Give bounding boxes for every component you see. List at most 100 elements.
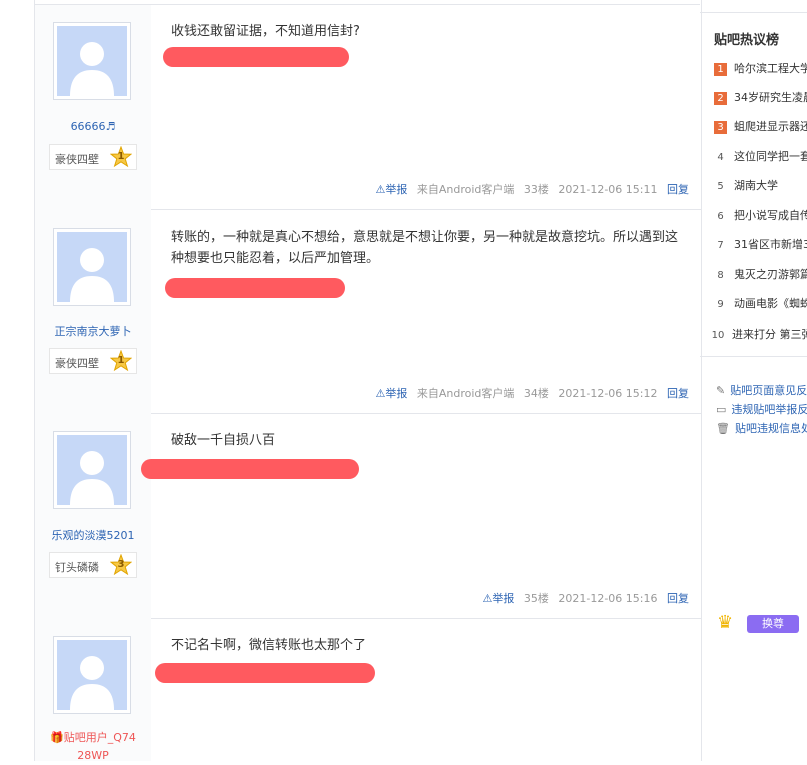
post-list: 66666♬ 豪侠四壁 1 收钱还敢留证据，不知道用信封? ⚠举报 来自Andr…	[34, 0, 702, 762]
feedback-link[interactable]: ✎贴吧页面意见反馈	[716, 382, 807, 398]
right-sidebar: 贴吧热议榜 1 哈尔滨工程大学 2 34岁研究生凌晨 3 蛆爬进显示器还 4 这位同学把…	[700, 0, 807, 761]
post-date: 2021-12-06 15:11	[558, 183, 658, 196]
redaction-mark	[163, 47, 349, 67]
warning-icon: ⚠	[375, 387, 386, 400]
level-title: 豪侠四壁	[55, 153, 99, 166]
hot-item-text: 鬼灭之刃游郭篇	[734, 268, 807, 281]
default-avatar-icon	[57, 640, 127, 710]
post-content: 收钱还敢留证据，不知道用信封?	[171, 24, 360, 39]
level-number: 3	[117, 559, 125, 570]
hot-item-text: 蛆爬进显示器还	[734, 120, 807, 133]
level-badge[interactable]: 豪侠四壁 1	[49, 348, 137, 374]
hot-item[interactable]: 10 进来打分 第三弹	[710, 326, 807, 344]
divider	[700, 12, 807, 13]
username[interactable]: 🎁贴吧用户_Q7428WP	[50, 729, 136, 765]
post-content: 破敌一千自损八百	[171, 433, 276, 448]
edit-icon: ✎	[716, 384, 726, 397]
warning-icon: ⚠	[375, 183, 386, 196]
post-35: 乐观的淡漠5201 钉头磷磷 3 破敌一千自损八百 ⚠举报 35楼 2021-1…	[35, 413, 701, 619]
level-badge[interactable]: 豪侠四壁 1	[49, 144, 137, 170]
trash-icon: 🗑	[716, 422, 730, 435]
level-title: 钉头磷磷	[55, 561, 99, 574]
reply-link[interactable]: 回复	[667, 592, 689, 605]
author-panel: 66666♬ 豪侠四壁 1	[35, 5, 151, 209]
avatar[interactable]	[53, 22, 131, 100]
report-link[interactable]: ⚠举报	[483, 592, 515, 605]
hot-item[interactable]: 4 这位同学把一套	[714, 148, 807, 166]
level-title: 豪侠四壁	[55, 357, 99, 370]
username[interactable]: 乐观的淡漠5201	[35, 527, 151, 543]
hot-item-text: 把小说写成自传	[734, 209, 807, 222]
author-panel: 乐观的淡漠5201 钉头磷磷 3	[35, 413, 151, 618]
post-34: 正宗南京大萝卜 豪侠四壁 1 转账的，一种就是真心不想给，意思就是不想让你要，另…	[35, 209, 701, 414]
gift-icon: 🎁	[50, 731, 64, 744]
level-star-icon: 1	[110, 146, 132, 168]
hot-item-text: 哈尔滨工程大学	[734, 62, 807, 75]
hot-item[interactable]: 7 31省区市新增38	[714, 236, 807, 254]
monitor-icon: ▭	[716, 403, 727, 416]
default-avatar-icon	[57, 435, 127, 505]
default-avatar-icon	[57, 232, 127, 302]
post-tail: ⚠举报 来自Android客户端 33楼 2021-12-06 15:11 回复	[375, 181, 689, 197]
rank-badge: 2	[714, 92, 727, 105]
rank-badge: 10	[711, 330, 725, 341]
post-date: 2021-12-06 15:16	[558, 592, 658, 605]
violation-link[interactable]: 🗑贴吧违规信息处理	[716, 420, 807, 436]
rank-badge: 5	[717, 181, 724, 192]
post-tail: ⚠举报 35楼 2021-12-06 15:16 回复	[483, 590, 690, 606]
report-link[interactable]: ⚠举报	[375, 387, 407, 400]
hot-item[interactable]: 8 鬼灭之刃游郭篇	[714, 266, 807, 284]
author-panel: 🎁贴吧用户_Q7428WP	[35, 618, 151, 762]
rank-badge: 9	[717, 299, 724, 310]
hot-item[interactable]: 6 把小说写成自传	[714, 207, 807, 225]
hot-item-text: 34岁研究生凌晨	[734, 91, 807, 104]
hot-item[interactable]: 1 哈尔滨工程大学	[714, 60, 807, 78]
username[interactable]: 正宗南京大萝卜	[35, 323, 151, 339]
post-content: 不记名卡啊，微信转账也太那个了	[171, 638, 367, 653]
avatar[interactable]	[53, 228, 131, 306]
redaction-mark	[141, 459, 359, 479]
rank-badge: 8	[717, 270, 724, 281]
floor-number: 34楼	[523, 387, 549, 400]
rank-badge: 4	[717, 152, 724, 163]
reply-link[interactable]: 回复	[667, 387, 689, 400]
hot-item-text: 进来打分 第三弹	[732, 328, 807, 341]
report-link[interactable]: ⚠举报	[375, 183, 407, 196]
divider	[700, 356, 807, 357]
hot-item[interactable]: 9 动画电影《蜘蛛	[714, 295, 807, 313]
post-date: 2021-12-06 15:12	[558, 387, 658, 400]
post-36: 🎁贴吧用户_Q7428WP 不记名卡啊，微信转账也太那个了	[35, 618, 701, 762]
level-star-icon: 3	[110, 554, 132, 576]
post-source: 来自Android客户端	[416, 387, 515, 400]
level-number: 1	[117, 355, 125, 366]
avatar[interactable]	[53, 636, 131, 714]
rank-badge: 1	[714, 63, 727, 76]
post-tail: ⚠举报 来自Android客户端 34楼 2021-12-06 15:12 回复	[375, 385, 689, 401]
avatar[interactable]	[53, 431, 131, 509]
level-badge[interactable]: 钉头磷磷 3	[49, 552, 137, 578]
rank-badge: 3	[714, 121, 727, 134]
hot-item-text: 湖南大学	[734, 179, 778, 192]
redaction-mark	[155, 663, 375, 683]
rank-badge: 6	[717, 211, 724, 222]
warning-icon: ⚠	[482, 592, 493, 605]
post-content: 转账的，一种就是真心不想给，意思就是不想让你要，另一种就是故意挖坑。所以遇到这种…	[171, 230, 679, 266]
username[interactable]: 66666♬	[35, 120, 151, 133]
default-avatar-icon	[57, 26, 127, 96]
report-feedback-link[interactable]: ▭违规贴吧举报反馈	[716, 401, 807, 417]
floor-number: 33楼	[523, 183, 549, 196]
hot-item[interactable]: 3 蛆爬进显示器还	[714, 118, 807, 136]
level-number: 1	[117, 151, 125, 162]
post-source: 来自Android客户端	[416, 183, 515, 196]
reply-link[interactable]: 回复	[667, 183, 689, 196]
hot-item-text: 动画电影《蜘蛛	[734, 297, 807, 310]
post-33: 66666♬ 豪侠四壁 1 收钱还敢留证据，不知道用信封? ⚠举报 来自Andr…	[35, 5, 701, 210]
author-panel: 正宗南京大萝卜 豪侠四壁 1	[35, 209, 151, 413]
hot-list-title: 贴吧热议榜	[714, 33, 780, 48]
divider	[34, 4, 700, 5]
hot-item[interactable]: 2 34岁研究生凌晨	[714, 89, 807, 107]
hot-item-text: 这位同学把一套	[734, 150, 807, 163]
rank-badge: 7	[717, 240, 724, 251]
hot-item[interactable]: 5 湖南大学	[714, 177, 807, 195]
level-star-icon: 1	[110, 350, 132, 372]
